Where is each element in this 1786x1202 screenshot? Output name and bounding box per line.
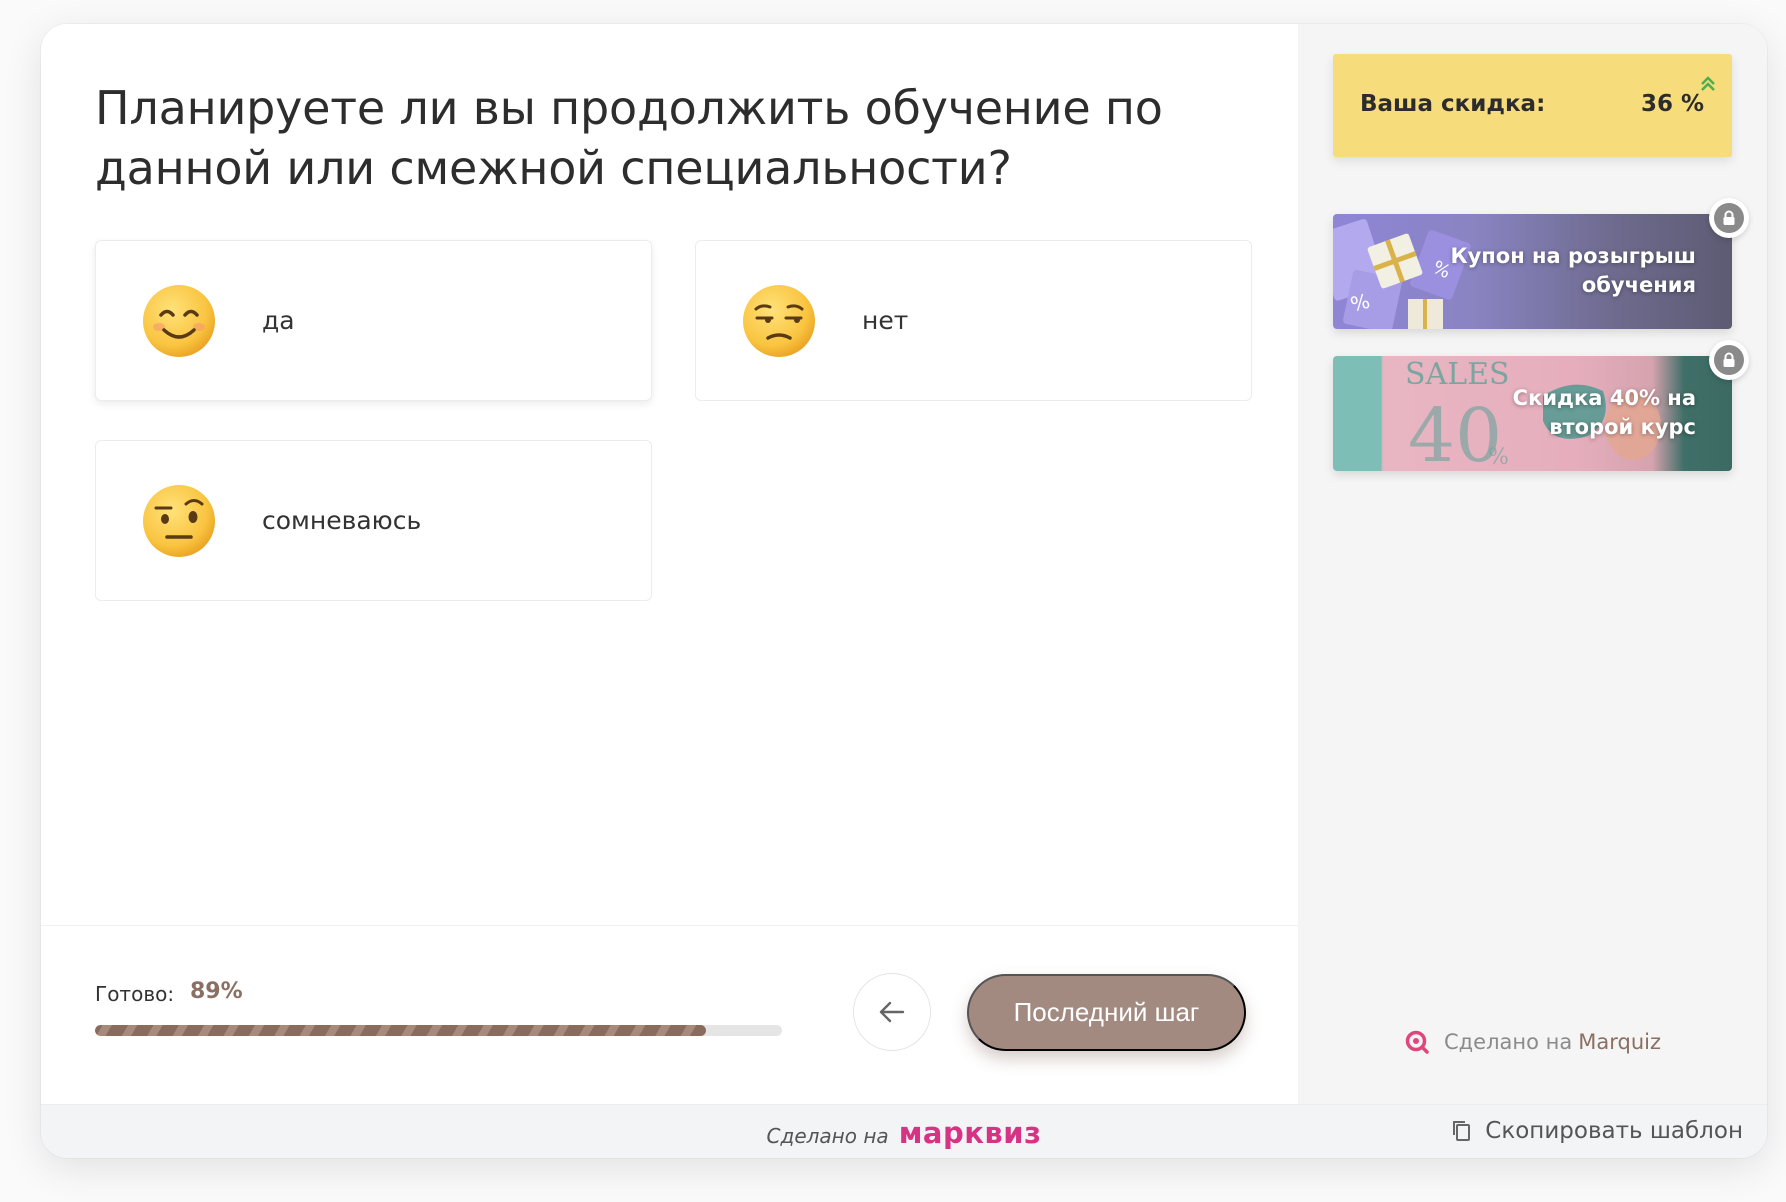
footer-made-prefix: Сделано на	[766, 1124, 889, 1148]
double-chevron-up-icon	[1701, 76, 1715, 91]
footer-brand-logo: марквиз	[898, 1116, 1042, 1150]
copy-icon	[1453, 1121, 1471, 1141]
made-on-brand: Marquiz	[1578, 1030, 1661, 1054]
raised-eyebrow-face-icon	[143, 484, 215, 557]
unamused-face-icon	[743, 284, 815, 357]
quiz-card: Планируете ли вы продолжить обучение по …	[41, 24, 1767, 1158]
progress-value: 89%	[190, 979, 243, 1004]
discount-panel: Ваша скидка: 36 %	[1333, 54, 1732, 157]
option-label: да	[262, 306, 295, 335]
progress-label: Готово:	[95, 982, 175, 1006]
next-button[interactable]: Последний шаг	[967, 974, 1246, 1051]
arrow-left-icon	[879, 1001, 905, 1023]
bonus-coupon[interactable]: % % Купон на розыгрыш обучения	[1333, 214, 1732, 329]
discount-value: 36 %	[1640, 91, 1704, 117]
question-title: Планируете ли вы продолжить обучение по …	[95, 78, 1245, 198]
bonus-title: Купон на розыгрыш обучения	[1450, 244, 1696, 297]
bonus-second-course[interactable]: SALES 40 % Скидка 40% на второй курс	[1333, 356, 1732, 471]
question-line-2: данной или смежной специальности?	[95, 141, 1012, 195]
option-label: нет	[862, 306, 909, 335]
back-button[interactable]	[853, 973, 931, 1051]
footer-bar: Сделано на марквиз Скопировать шаблон	[41, 1104, 1767, 1158]
option-yes[interactable]: да	[95, 240, 652, 401]
lock-badge	[1709, 340, 1749, 380]
lock-badge	[1709, 198, 1749, 238]
copy-template-label: Скопировать шаблон	[1485, 1118, 1743, 1144]
divider	[41, 925, 1298, 926]
progress-bar	[95, 1025, 782, 1036]
made-on-prefix: Сделано на	[1444, 1030, 1573, 1054]
bonus-title: Скидка 40% на второй курс	[1512, 386, 1696, 439]
question-line-1: Планируете ли вы продолжить обучение по	[95, 81, 1163, 135]
quiz-main: Планируете ли вы продолжить обучение по …	[41, 24, 1298, 1104]
made-on-marquiz-link[interactable]: Сделано на Marquiz	[1298, 1029, 1767, 1055]
progress-fill	[95, 1025, 707, 1036]
svg-text:%: %	[1488, 445, 1509, 470]
copy-template-button[interactable]: Скопировать шаблон	[1451, 1118, 1743, 1144]
smiling-face-icon	[143, 284, 215, 357]
discount-label: Ваша скидка:	[1360, 91, 1546, 117]
sidebar: Ваша скидка: 36 % % % Купон на розыгрыш …	[1298, 24, 1767, 1104]
lock-icon	[1723, 210, 1735, 225]
option-doubt[interactable]: сомневаюсь	[95, 440, 652, 601]
option-no[interactable]: нет	[695, 240, 1252, 401]
option-label: сомневаюсь	[262, 506, 422, 535]
marquiz-logo-icon	[1405, 1030, 1429, 1054]
lock-icon	[1723, 352, 1735, 367]
